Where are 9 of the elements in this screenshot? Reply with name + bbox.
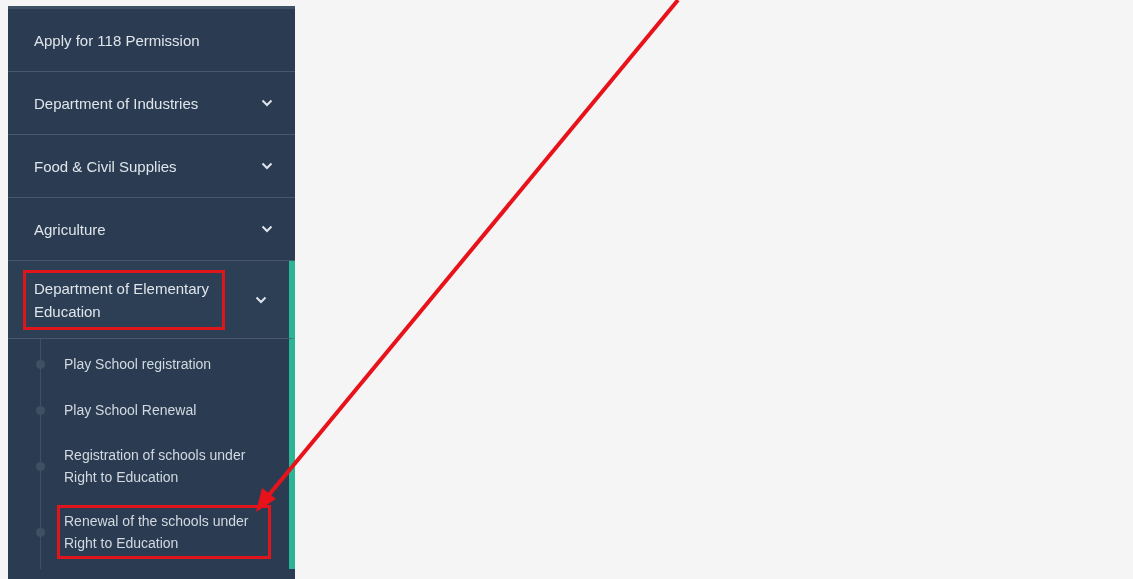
chevron-down-icon [255,295,267,304]
chevron-down-icon [261,99,273,107]
submenu-item[interactable]: Play School Renewal [60,397,201,423]
submenu-item[interactable]: Play School registration [60,351,216,377]
chevron-down-icon [261,225,273,233]
sidebar-item[interactable]: Department of Elementary Education [8,261,295,339]
submenu-item[interactable]: Renewal of the schools under Right to Education [60,508,268,556]
chevron-down-icon [261,162,273,170]
submenu-item[interactable]: Registration of schools under Right to Education [60,442,268,490]
